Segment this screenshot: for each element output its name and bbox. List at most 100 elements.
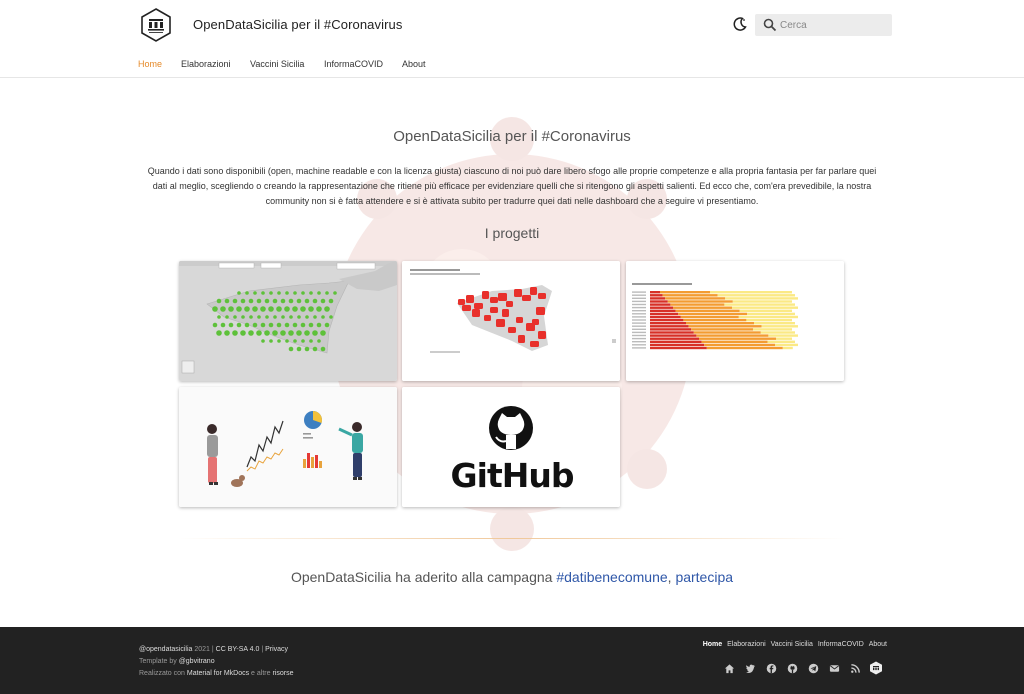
map-dot [329,315,333,319]
campaign-text: OpenDataSicilia ha aderito alla campagna… [0,569,1024,585]
site-title[interactable]: OpenDataSicilia per il #Coronavirus [193,17,402,32]
header: OpenDataSicilia per il #Coronavirus Home… [0,0,1024,78]
bar-segment [767,340,795,343]
map-dot [220,322,226,328]
bar-segment [650,346,707,350]
footer-nav-informacovid[interactable]: InformaCOVID [818,641,864,648]
map-dot [284,306,290,312]
project-card-map-dots[interactable] [179,261,397,381]
bar-segment [650,294,663,297]
map-region [474,303,483,309]
chart-thumbnail [626,261,844,381]
bar-segment [688,325,762,328]
footer-template-prefix: Template by [139,658,179,665]
bar-segment [650,303,671,306]
map-dot [256,298,262,304]
bar-label [632,316,646,318]
datibenecomune-link[interactable]: #datibenecomune [556,569,667,585]
bar-segment [704,343,776,347]
footer-mkdocs-link[interactable]: Material for MkDocs [187,670,249,677]
footer-nav-vaccini-sicilia[interactable]: Vaccini Sicilia [771,641,813,648]
project-card-illustration[interactable] [179,387,397,507]
twitter-icon[interactable] [745,663,756,674]
footer: @opendatasicilia 2021 | CC BY-SA 4.0 | P… [0,627,1024,694]
map-dot [292,306,298,312]
map-thumbnail [179,261,397,381]
footer-nav: Home Elaborazioni Vaccini Sicilia Inform… [700,641,887,648]
tab-elaborazioni[interactable]: Elaborazioni [181,59,231,69]
footer-nav-about[interactable]: About [869,641,887,648]
nav-tabs: Home Elaborazioni Vaccini Sicilia Inform… [0,50,1024,78]
rss-icon[interactable] [850,663,861,674]
map-dot [296,330,302,336]
bar-label [632,306,646,309]
footer-license-link[interactable]: CC BY-SA 4.0 [216,646,260,653]
bar-segment [706,346,783,350]
map-region [506,301,513,307]
footer-handle-link[interactable]: @opendatasicilia [139,646,192,653]
tab-informacovid[interactable]: InformaCOVID [324,59,383,69]
map-dot [304,298,310,304]
map-region [530,287,537,295]
footer-resources-link[interactable]: risorse [272,670,293,677]
map-dot [236,322,242,328]
map-dot [240,330,246,336]
page-title: OpenDataSicilia per il #Coronavirus [393,128,631,145]
map-dot [248,298,254,304]
footer-template-author-link[interactable]: @gbvitrano [179,658,215,665]
tab-home[interactable]: Home [138,59,162,69]
map-region [518,335,525,343]
search-input[interactable] [780,14,888,36]
map-dot [317,291,321,295]
map-dot [284,322,290,328]
logo[interactable] [140,8,172,42]
map-region [530,341,539,347]
footer-nav-elaborazioni[interactable]: Elaborazioni [727,641,766,648]
map-dot [252,306,258,312]
footer-privacy-link[interactable]: Privacy [265,646,288,653]
search-icon [763,18,777,32]
bar-label [632,337,646,340]
map-dot [237,291,241,295]
map-region [472,309,480,317]
map-dot [308,306,314,312]
map-thumbnail [402,261,620,381]
bar-segment [725,297,798,300]
bar-segment [738,315,798,319]
bar-segment [776,337,792,340]
telegram-icon[interactable] [808,663,819,674]
map-dot [225,315,229,319]
map-region [498,293,507,301]
dark-mode-toggle-icon[interactable] [732,16,748,32]
project-card-bar-chart[interactable] [626,261,844,381]
map-dot [285,339,289,343]
map-dot [241,315,245,319]
map-dot [324,306,330,312]
map-region [490,307,498,313]
map-dot [300,306,306,312]
bar-segment [739,309,792,312]
map-region [526,323,535,331]
project-card-github[interactable]: GitHub [402,387,620,507]
github-icon[interactable] [787,663,798,674]
partecipa-link[interactable]: partecipa [675,569,733,585]
map-dot [220,306,226,312]
home-icon[interactable] [724,663,735,674]
bar-segment [650,291,660,294]
opendatasicilia-icon[interactable] [869,661,883,675]
footer-nav-home[interactable]: Home [703,641,722,648]
project-card-map-red[interactable] [402,261,620,381]
map-dot [293,339,297,343]
bar-segment [650,328,692,331]
tab-about[interactable]: About [402,59,426,69]
search-box[interactable] [755,14,892,36]
facebook-icon[interactable] [766,663,777,674]
map-dot [228,322,234,328]
map-dot [297,315,301,319]
map-dot [312,330,318,336]
email-icon[interactable] [829,663,840,674]
map-dot [309,339,313,343]
tab-vaccini-sicilia[interactable]: Vaccini Sicilia [250,59,304,69]
map-dot [232,298,238,304]
map-dot [264,330,270,336]
